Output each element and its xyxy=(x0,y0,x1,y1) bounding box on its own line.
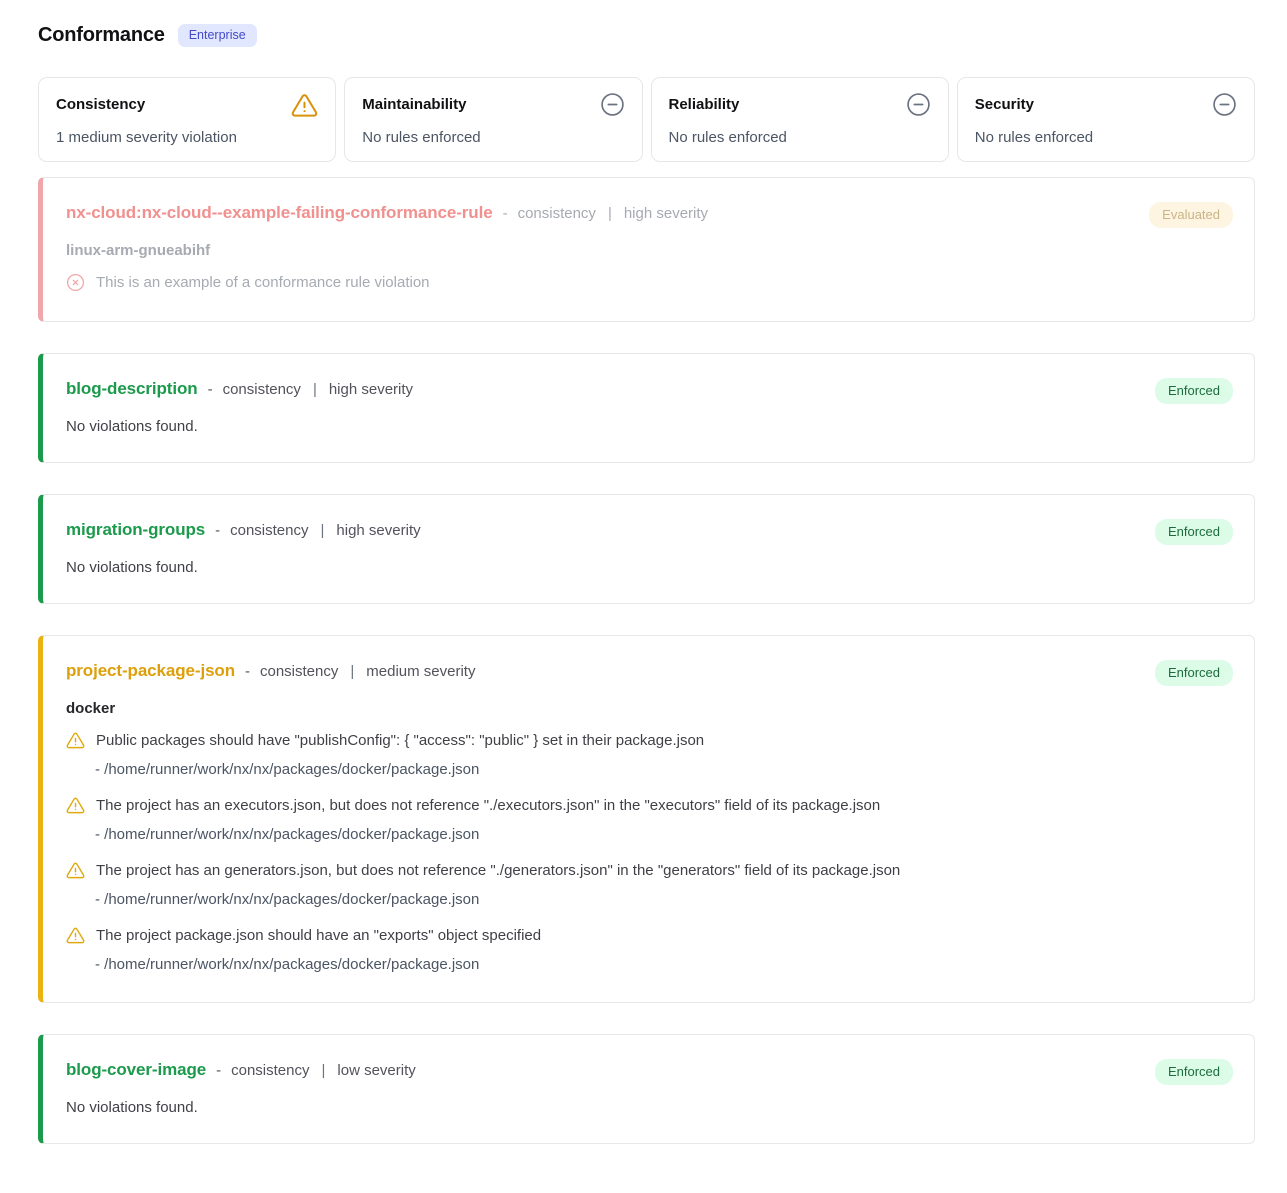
summary-card-label: Security xyxy=(975,92,1034,113)
dash-separator: - xyxy=(503,205,508,222)
rule-name-link[interactable]: migration-groups xyxy=(66,520,205,540)
page-header: Conformance Enterprise xyxy=(38,24,1255,47)
summary-card-status: 1 medium severity violation xyxy=(56,129,318,146)
violation-message: The project has an generators.json, but … xyxy=(96,860,900,882)
enterprise-badge: Enterprise xyxy=(178,24,257,47)
summary-card-consistency: Consistency 1 medium severity violation xyxy=(38,77,336,162)
summary-card-status: No rules enforced xyxy=(669,129,931,146)
status-badge: Enforced xyxy=(1155,378,1233,404)
summary-card-label: Consistency xyxy=(56,92,145,113)
pipe-separator: | xyxy=(313,381,317,398)
violation-path: - /home/runner/work/nx/nx/packages/docke… xyxy=(95,889,1230,910)
violation-message: Public packages should have "publishConf… xyxy=(96,730,704,752)
warning-triangle-icon xyxy=(66,860,85,880)
rule-card-migration-groups: migration-groups - consistency | high se… xyxy=(38,494,1255,604)
warning-triangle-icon xyxy=(66,730,85,750)
minus-circle-icon xyxy=(906,92,931,117)
rule-severity: high severity xyxy=(336,522,420,539)
summary-card-security: Security No rules enforced xyxy=(957,77,1255,162)
rule-name-link[interactable]: project-package-json xyxy=(66,661,235,681)
rule-category: consistency xyxy=(223,381,301,398)
violation-path: - /home/runner/work/nx/nx/packages/docke… xyxy=(95,954,1230,975)
violation-path: - /home/runner/work/nx/nx/packages/docke… xyxy=(95,824,1230,845)
summary-card-status: No rules enforced xyxy=(362,129,624,146)
summary-card-label: Maintainability xyxy=(362,92,466,113)
dash-separator: - xyxy=(208,381,213,398)
rule-category: consistency xyxy=(260,663,338,680)
pipe-separator: | xyxy=(350,663,354,680)
rule-card-project-package-json: project-package-json - consistency | med… xyxy=(38,635,1255,1003)
rule-category: consistency xyxy=(518,205,596,222)
rule-name-link[interactable]: blog-description xyxy=(66,379,198,399)
violation-item: The project has an generators.json, but … xyxy=(66,860,1230,910)
rule-card-blog-description: blog-description - consistency | high se… xyxy=(38,353,1255,463)
no-violations-text: No violations found. xyxy=(66,1099,1230,1116)
dash-separator: - xyxy=(216,1062,221,1079)
violation-item: This is an example of a conformance rule… xyxy=(66,272,1230,294)
conformance-page: Conformance Enterprise Consistency 1 med… xyxy=(38,24,1255,1144)
summary-card-reliability: Reliability No rules enforced xyxy=(651,77,949,162)
rule-category: consistency xyxy=(230,522,308,539)
pipe-separator: | xyxy=(608,205,612,222)
no-violations-text: No violations found. xyxy=(66,559,1230,576)
violation-message: This is an example of a conformance rule… xyxy=(96,272,430,294)
dash-separator: - xyxy=(215,522,220,539)
no-violations-text: No violations found. xyxy=(66,418,1230,435)
summary-card-status: No rules enforced xyxy=(975,129,1237,146)
warning-triangle-icon xyxy=(66,795,85,815)
status-badge: Evaluated xyxy=(1149,202,1233,228)
status-badge: Enforced xyxy=(1155,1059,1233,1085)
violation-message: The project package.json should have an … xyxy=(96,925,541,947)
project-name: docker xyxy=(66,700,1230,717)
rule-name-link[interactable]: blog-cover-image xyxy=(66,1060,206,1080)
rule-card-blog-cover-image: blog-cover-image - consistency | low sev… xyxy=(38,1034,1255,1144)
dash-separator: - xyxy=(245,663,250,680)
violation-path: - /home/runner/work/nx/nx/packages/docke… xyxy=(95,759,1230,780)
violation-item: Public packages should have "publishConf… xyxy=(66,730,1230,780)
rule-severity: medium severity xyxy=(366,663,475,680)
status-badge: Enforced xyxy=(1155,519,1233,545)
violation-item: The project package.json should have an … xyxy=(66,925,1230,975)
minus-circle-icon xyxy=(600,92,625,117)
summary-card-label: Reliability xyxy=(669,92,740,113)
violation-message: The project has an executors.json, but d… xyxy=(96,795,880,817)
warning-triangle-icon xyxy=(66,925,85,945)
rule-card-example-failing: nx-cloud:nx-cloud--example-failing-confo… xyxy=(38,177,1255,322)
summary-card-maintainability: Maintainability No rules enforced xyxy=(344,77,642,162)
rule-severity: low severity xyxy=(337,1062,415,1079)
rule-list: nx-cloud:nx-cloud--example-failing-confo… xyxy=(38,177,1255,1144)
page-title: Conformance xyxy=(38,24,165,47)
pipe-separator: | xyxy=(321,1062,325,1079)
error-circle-icon xyxy=(66,272,85,292)
project-name: linux-arm-gnueabihf xyxy=(66,242,1230,259)
rule-category: consistency xyxy=(231,1062,309,1079)
rule-name-link[interactable]: nx-cloud:nx-cloud--example-failing-confo… xyxy=(66,203,493,223)
warning-triangle-icon xyxy=(291,92,318,119)
rule-severity: high severity xyxy=(624,205,708,222)
pipe-separator: | xyxy=(321,522,325,539)
rule-severity: high severity xyxy=(329,381,413,398)
violation-item: The project has an executors.json, but d… xyxy=(66,795,1230,845)
status-badge: Enforced xyxy=(1155,660,1233,686)
summary-cards-row: Consistency 1 medium severity violation … xyxy=(38,77,1255,162)
minus-circle-icon xyxy=(1212,92,1237,117)
